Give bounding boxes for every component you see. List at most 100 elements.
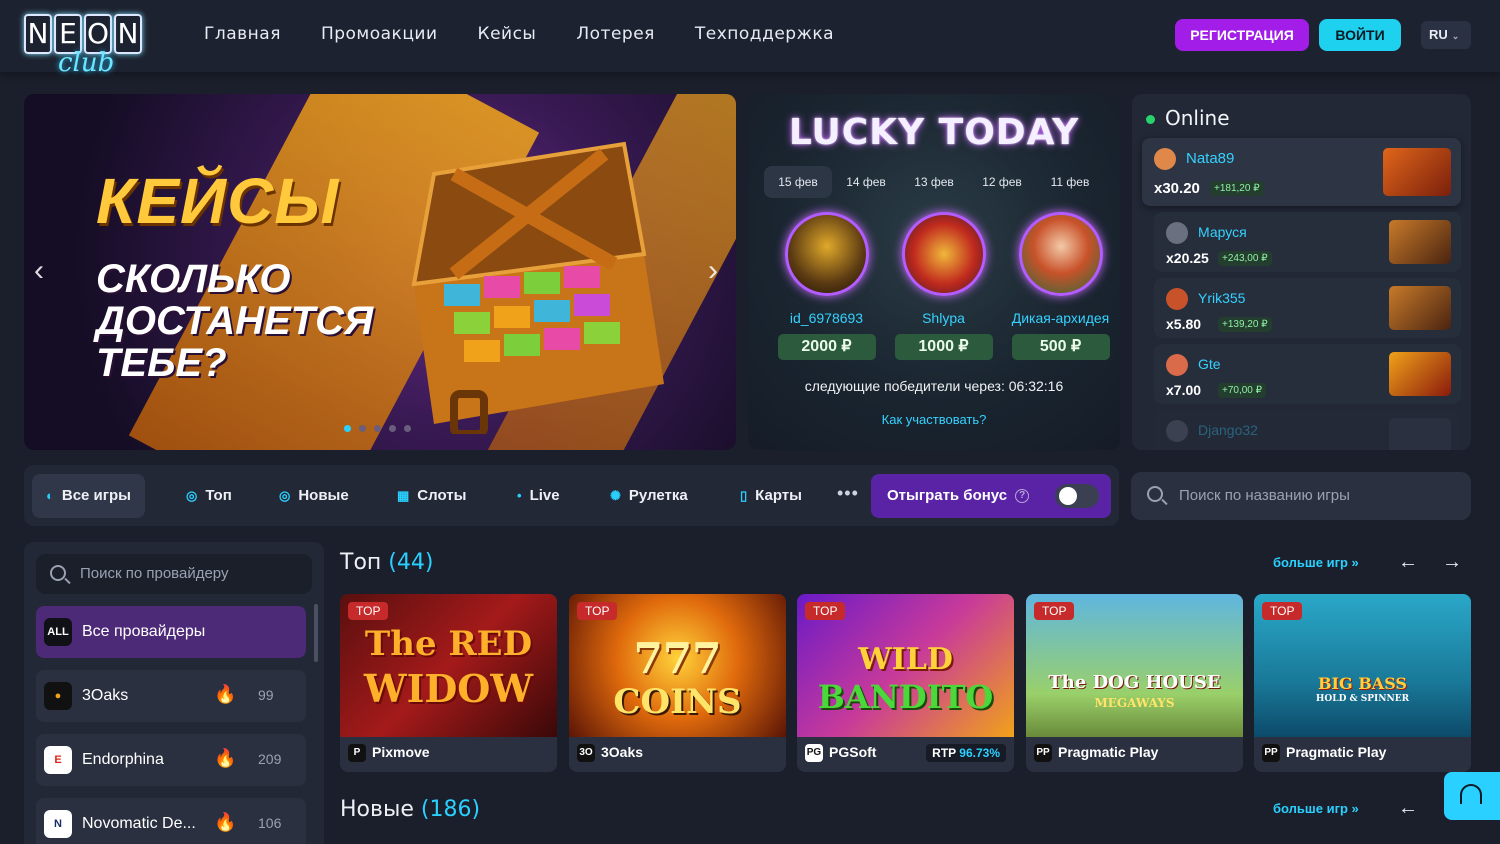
live-icon: • [517,488,522,503]
tab-date[interactable]: 13 фев [900,166,968,198]
nav-lottery[interactable]: Лотерея [576,24,655,44]
logo-club-text: club [58,48,115,78]
filter-slots[interactable]: ▦ Слоты [383,474,480,518]
user-name: Gte [1198,356,1221,372]
user-avatar [1166,420,1188,442]
section-count: (44) [388,550,434,575]
roulette-icon: ✺ [610,488,621,503]
provider-scrollbar[interactable] [314,604,318,662]
win-amount: +139,20 ₽ [1218,317,1272,332]
main-nav: Главная Промоакции Кейсы Лотерея Техподд… [204,24,834,44]
support-chat-button[interactable] [1444,772,1500,820]
banner-dot[interactable] [389,425,396,432]
tab-date[interactable]: 11 фев [1036,166,1104,198]
filter-new[interactable]: ◎ Новые [265,474,363,518]
game-thumbnail[interactable] [1389,352,1451,396]
gamepad-icon: ◐ [46,488,54,503]
rtp-badge: RTP 96.73% [926,744,1006,762]
provider-count: 106 [258,815,282,831]
how-to-participate-link[interactable]: Как участвовать? [748,412,1120,427]
online-title-text: Online [1165,106,1230,130]
game-card[interactable]: 777 COINS TOP 3O 3Oaks [569,594,786,772]
banner-dot[interactable] [374,425,381,432]
register-button[interactable]: РЕГИСТРАЦИЯ [1175,19,1309,51]
banner-next-arrow[interactable]: › [708,254,718,288]
fire-icon: 🔥 [214,812,237,832]
game-provider: PG PGSoft [805,744,876,763]
lucky-title: LUCKY TODAY [788,112,1080,153]
game-thumbnail[interactable] [1389,418,1451,450]
search-placeholder: Поиск по провайдеру [80,565,229,582]
banner-subtitle: СКОЛЬКО ДОСТАНЕТСЯ ТЕБЕ? [96,257,374,385]
winner-card: id_6978693 2000 ₽ [768,212,885,360]
language-select[interactable]: RU ⌄ [1421,21,1471,49]
winner-prize: 1000 ₽ [894,334,993,360]
nav-promotions[interactable]: Промоакции [321,24,438,44]
banner-dot[interactable] [359,425,366,432]
tab-date[interactable]: 14 фев [832,166,900,198]
filter-cards[interactable]: ▯ Карты [726,474,816,518]
login-button[interactable]: ВОЙТИ [1319,19,1401,51]
filter-live[interactable]: • Live [503,474,574,518]
online-win-row[interactable]: Yrik355 x5.80 +139,20 ₽ [1154,278,1461,338]
user-name: Маруся [1198,224,1247,240]
tab-date[interactable]: 15 фев [764,166,832,198]
tab-date[interactable]: 12 фев [968,166,1036,198]
promo-banner[interactable]: КЕЙСЫ СКОЛЬКО ДОСТАНЕТСЯ ТЕБЕ? ‹ › [24,94,736,450]
top-badge: TOP [348,602,389,620]
win-multiplier: x20.25 [1166,250,1209,266]
win-amount: +243,00 ₽ [1218,251,1272,266]
nav-home[interactable]: Главная [204,24,281,44]
game-art-title: HOLD & SPINNER [1315,694,1410,704]
game-card[interactable]: BIG BASS HOLD & SPINNER TOP PP Pragmatic … [1254,594,1471,772]
help-icon[interactable]: ? [1015,489,1030,504]
more-games-link[interactable]: больше игр » [1273,801,1359,816]
online-win-row[interactable]: Маруся x20.25 +243,00 ₽ [1154,212,1461,272]
provider-item-all[interactable]: ALL Все провайдеры [36,606,306,658]
provider-name: 3Oaks [82,687,129,704]
arrow-right-icon[interactable]: → [1442,551,1462,574]
wager-bonus-toggle[interactable]: Отыграть бонус? [871,474,1111,518]
banner-dot[interactable] [344,425,351,432]
online-win-row[interactable]: Django32 [1154,410,1461,450]
provider-item[interactable]: N Novomatic De... 🔥 106 [36,798,306,844]
filter-label: Топ [205,487,232,504]
game-thumbnail[interactable] [1383,148,1451,196]
online-win-row[interactable]: Gte x7.00 +70,00 ₽ [1154,344,1461,404]
winner-card: Дикая-архидея 500 ₽ [1002,212,1119,360]
provider-search-input[interactable]: Поиск по провайдеру [36,554,312,594]
headset-icon [1460,784,1482,804]
game-card[interactable]: WILD BANDITO TOP PG PGSoft RTP 96.73% [797,594,1014,772]
search-placeholder: Поиск по названию игры [1179,487,1350,504]
logo-letter: N [114,14,142,54]
game-search-input[interactable]: Поиск по названию игры [1131,472,1471,520]
user-name: Django32 [1198,422,1258,438]
nav-cases[interactable]: Кейсы [478,24,537,44]
new-badge-icon: ◎ [279,488,291,503]
provider-item[interactable]: ● 3Oaks 🔥 99 [36,670,306,722]
filter-roulette[interactable]: ✺ Рулетка [596,474,702,518]
more-filters-icon[interactable]: ••• [837,483,859,504]
nav-support[interactable]: Техподдержка [695,24,834,44]
game-thumbnail[interactable] [1389,220,1451,264]
banner-dot[interactable] [404,425,411,432]
arrow-left-icon[interactable]: ← [1398,797,1418,820]
bonus-switch[interactable] [1055,484,1099,508]
filter-top[interactable]: ◎ Топ [172,474,246,518]
banner-title: КЕЙСЫ [96,165,340,237]
game-art-title: COINS [613,682,742,722]
filter-all-games[interactable]: ◐ Все игры [32,474,145,518]
winner-name: id_6978693 [789,310,864,326]
arrow-left-icon[interactable]: ← [1398,551,1418,574]
section-title-text: Топ [340,550,382,575]
provider-item[interactable]: E Endorphina 🔥 209 [36,734,306,786]
game-art-title: BANDITO [817,678,994,716]
online-win-row[interactable]: Nata89 x30.20 +181,20 ₽ [1142,138,1461,206]
game-card[interactable]: The RED WIDOW TOP P Pixmove [340,594,557,772]
banner-prev-arrow[interactable]: ‹ [34,254,44,288]
game-card[interactable]: The DOG HOUSE MEGAWAYS TOP PP Pragmatic P… [1026,594,1243,772]
more-games-link[interactable]: больше игр » [1273,555,1359,570]
section-title-text: Новые [340,797,414,822]
neon-club-logo[interactable]: NEON club [24,14,156,78]
game-thumbnail[interactable] [1389,286,1451,330]
